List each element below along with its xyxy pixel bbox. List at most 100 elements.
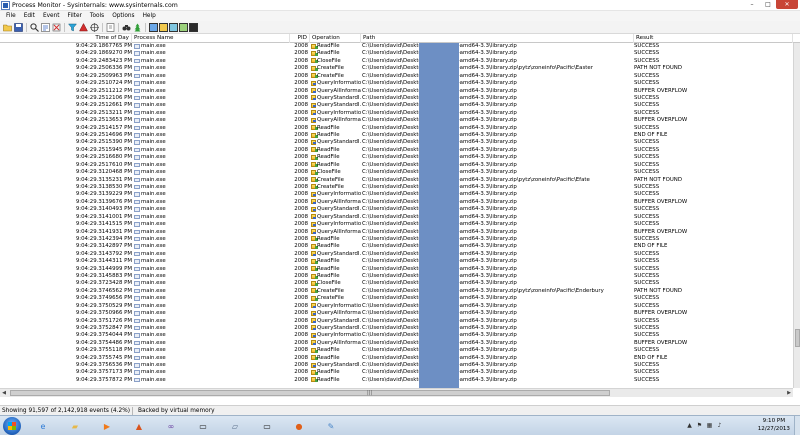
open-icon[interactable]	[3, 23, 12, 32]
clear-icon[interactable]	[52, 23, 61, 32]
table-row[interactable]: 9:04:29.2517610 PM main.exe 2008 ReadFile C:…	[0, 162, 793, 169]
table-row[interactable]: 9:04:29.2515390 PM main.exe 2008 QueryStand…	[0, 139, 793, 146]
table-row[interactable]: 9:04:29.2513653 PM main.exe 2008 QueryAllIn…	[0, 117, 793, 124]
show-desktop-button[interactable]	[794, 416, 800, 435]
magnify-icon[interactable]	[30, 23, 39, 32]
table-row[interactable]: 9:04:29.3120468 PM main.exe 2008 CloseFile C…	[0, 169, 793, 176]
table-row[interactable]: 9:04:29.3139676 PM main.exe 2008 QueryAllIn…	[0, 199, 793, 206]
table-row[interactable]: 9:04:29.2512106 PM main.exe 2008 QueryStand…	[0, 95, 793, 102]
table-row[interactable]: 9:04:29.2516680 PM main.exe 2008 ReadFile C:…	[0, 154, 793, 161]
scroll-left-arrow-icon[interactable]: ◀	[0, 389, 8, 397]
horizontal-scrollbar[interactable]: ◀ ||| ▶	[0, 388, 793, 397]
table-row[interactable]: 9:04:29.3138530 PM main.exe 2008 CreateFile…	[0, 184, 793, 191]
table-row[interactable]: 9:04:29.3757872 PM main.exe 2008 ReadFile C:…	[0, 377, 793, 384]
tray-up-arrow-icon[interactable]: ▲	[686, 422, 693, 429]
column-pid[interactable]: PID	[290, 34, 310, 43]
table-row[interactable]: 9:04:29.3751726 PM main.exe 2008 QueryStand…	[0, 318, 793, 325]
filter-icon[interactable]	[68, 23, 77, 32]
maximize-button[interactable]: □	[760, 0, 776, 9]
menu-help[interactable]: Help	[139, 12, 160, 21]
table-row[interactable]: 9:04:29.3143792 PM main.exe 2008 QueryStand…	[0, 251, 793, 258]
table-row[interactable]: 9:04:29.3144999 PM main.exe 2008 ReadFile C:…	[0, 266, 793, 273]
table-row[interactable]: 9:04:29.2509963 PM main.exe 2008 CreateFile…	[0, 73, 793, 80]
menu-options[interactable]: Options	[108, 12, 138, 21]
jump-icon[interactable]	[106, 23, 115, 32]
table-row[interactable]: 9:04:29.3140493 PM main.exe 2008 QueryStand…	[0, 206, 793, 213]
column-result[interactable]: Result	[634, 34, 793, 43]
table-row[interactable]: 9:04:29.2512661 PM main.exe 2008 QueryStand…	[0, 102, 793, 109]
table-row[interactable]: 9:04:29.3142897 PM main.exe 2008 ReadFile C:…	[0, 243, 793, 250]
tray-flag-icon[interactable]: ⚑	[696, 422, 703, 429]
table-row[interactable]: 9:04:29.2513211 PM main.exe 2008 QueryInfor…	[0, 110, 793, 117]
column-operation[interactable]: Operation	[310, 34, 361, 43]
table-row[interactable]: 9:04:29.3746562 PM main.exe 2008 CreateFile…	[0, 288, 793, 295]
taskbar-app-explorer[interactable]: ▰	[62, 417, 88, 435]
table-row[interactable]: 9:04:29.1869270 PM main.exe 2008 ReadFile C:…	[0, 50, 793, 57]
target-icon[interactable]	[90, 23, 99, 32]
table-row[interactable]: 9:04:29.2510724 PM main.exe 2008 QueryInfor…	[0, 80, 793, 87]
table-row[interactable]: 9:04:29.3754486 PM main.exe 2008 QueryAllIn…	[0, 340, 793, 347]
table-row[interactable]: 9:04:29.2515945 PM main.exe 2008 ReadFile C:…	[0, 147, 793, 154]
table-row[interactable]: 9:04:29.3755745 PM main.exe 2008 ReadFile C:…	[0, 355, 793, 362]
taskbar-app-python[interactable]: ●	[286, 417, 312, 435]
menu-tools[interactable]: Tools	[86, 12, 108, 21]
process-icon[interactable]	[179, 23, 188, 32]
table-row[interactable]: 9:04:29.1867765 PM main.exe 2008 ReadFile C:…	[0, 43, 793, 50]
menu-edit[interactable]: Edit	[20, 12, 39, 21]
vertical-scroll-thumb[interactable]	[795, 329, 800, 347]
table-row[interactable]: 9:04:29.3754044 PM main.exe 2008 QueryInfor…	[0, 332, 793, 339]
table-row[interactable]: 9:04:29.3757173 PM main.exe 2008 ReadFile C:…	[0, 369, 793, 376]
menu-filter[interactable]: Filter	[64, 12, 86, 21]
taskbar-app-visual-studio[interactable]: ∞	[158, 417, 184, 435]
taskbar-app-console[interactable]: ▭	[190, 417, 216, 435]
menu-event[interactable]: Event	[39, 12, 64, 21]
filesystem-icon[interactable]	[159, 23, 168, 32]
table-row[interactable]: 9:04:29.3723428 PM main.exe 2008 CloseFile C…	[0, 280, 793, 287]
table-row[interactable]: 9:04:29.3755118 PM main.exe 2008 ReadFile C:…	[0, 347, 793, 354]
menu-file[interactable]: File	[2, 12, 20, 21]
taskbar-app-media-player[interactable]: ▶	[94, 417, 120, 435]
taskbar-app-matlab[interactable]: ▲	[126, 417, 152, 435]
table-row[interactable]: 9:04:29.3756536 PM main.exe 2008 QueryStand…	[0, 362, 793, 369]
table-row[interactable]: 9:04:29.3135231 PM main.exe 2008 CreateFile…	[0, 177, 793, 184]
table-row[interactable]: 9:04:29.3750966 PM main.exe 2008 QueryAllIn…	[0, 310, 793, 317]
vertical-scrollbar[interactable]	[793, 43, 800, 388]
table-row[interactable]: 9:04:29.3749656 PM main.exe 2008 CreateFile…	[0, 295, 793, 302]
scroll-right-arrow-icon[interactable]: ▶	[785, 389, 793, 397]
find-icon[interactable]	[122, 23, 131, 32]
save-icon[interactable]	[14, 23, 23, 32]
horizontal-scroll-thumb[interactable]	[10, 390, 610, 396]
tray-network-icon[interactable]: ▦	[706, 422, 713, 429]
tray-clock[interactable]: 9:10 PM 12/27/2013	[758, 418, 790, 433]
taskbar-app-folder-window[interactable]: ▱	[222, 417, 248, 435]
table-row[interactable]: 9:04:29.3752847 PM main.exe 2008 QueryStand…	[0, 325, 793, 332]
column-time-of-day[interactable]: Time of Day	[0, 34, 132, 43]
table-row[interactable]: 9:04:29.3144311 PM main.exe 2008 ReadFile C:…	[0, 258, 793, 265]
profiling-icon[interactable]	[189, 23, 198, 32]
taskbar-app-cmd[interactable]: ▭	[254, 417, 280, 435]
registry-icon[interactable]	[149, 23, 158, 32]
table-row[interactable]: 9:04:29.2483423 PM main.exe 2008 CloseFile C…	[0, 58, 793, 65]
autoscroll-icon[interactable]	[41, 23, 50, 32]
highlight-icon[interactable]	[79, 23, 88, 32]
taskbar-app-notepad[interactable]: ✎	[318, 417, 344, 435]
table-row[interactable]: 9:04:29.3141931 PM main.exe 2008 QueryAllIn…	[0, 229, 793, 236]
table-row[interactable]: 9:04:29.3139229 PM main.exe 2008 QueryInfor…	[0, 191, 793, 198]
table-row[interactable]: 9:04:29.2506336 PM main.exe 2008 CreateFile…	[0, 65, 793, 72]
column-process-name[interactable]: Process Name	[132, 34, 290, 43]
close-button[interactable]: ✕	[776, 0, 798, 9]
table-row[interactable]: 9:04:29.3142394 PM main.exe 2008 ReadFile C:…	[0, 236, 793, 243]
tray-volume-icon[interactable]: ♪	[716, 422, 723, 429]
table-row[interactable]: 9:04:29.3145883 PM main.exe 2008 ReadFile C:…	[0, 273, 793, 280]
taskbar-app-ie[interactable]: e	[30, 417, 56, 435]
table-row[interactable]: 9:04:29.2514157 PM main.exe 2008 ReadFile C:…	[0, 125, 793, 132]
table-row[interactable]: 9:04:29.3141515 PM main.exe 2008 QueryInfor…	[0, 221, 793, 228]
start-button[interactable]	[3, 417, 21, 435]
table-row[interactable]: 9:04:29.3750529 PM main.exe 2008 QueryInfor…	[0, 303, 793, 310]
tree-icon[interactable]	[133, 23, 142, 32]
table-row[interactable]: 9:04:29.2511212 PM main.exe 2008 QueryAllIn…	[0, 88, 793, 95]
table-row[interactable]: 9:04:29.3141001 PM main.exe 2008 QueryStand…	[0, 214, 793, 221]
minimize-button[interactable]: –	[744, 0, 760, 9]
network-icon[interactable]	[169, 23, 178, 32]
table-row[interactable]: 9:04:29.2514696 PM main.exe 2008 ReadFile C:…	[0, 132, 793, 139]
